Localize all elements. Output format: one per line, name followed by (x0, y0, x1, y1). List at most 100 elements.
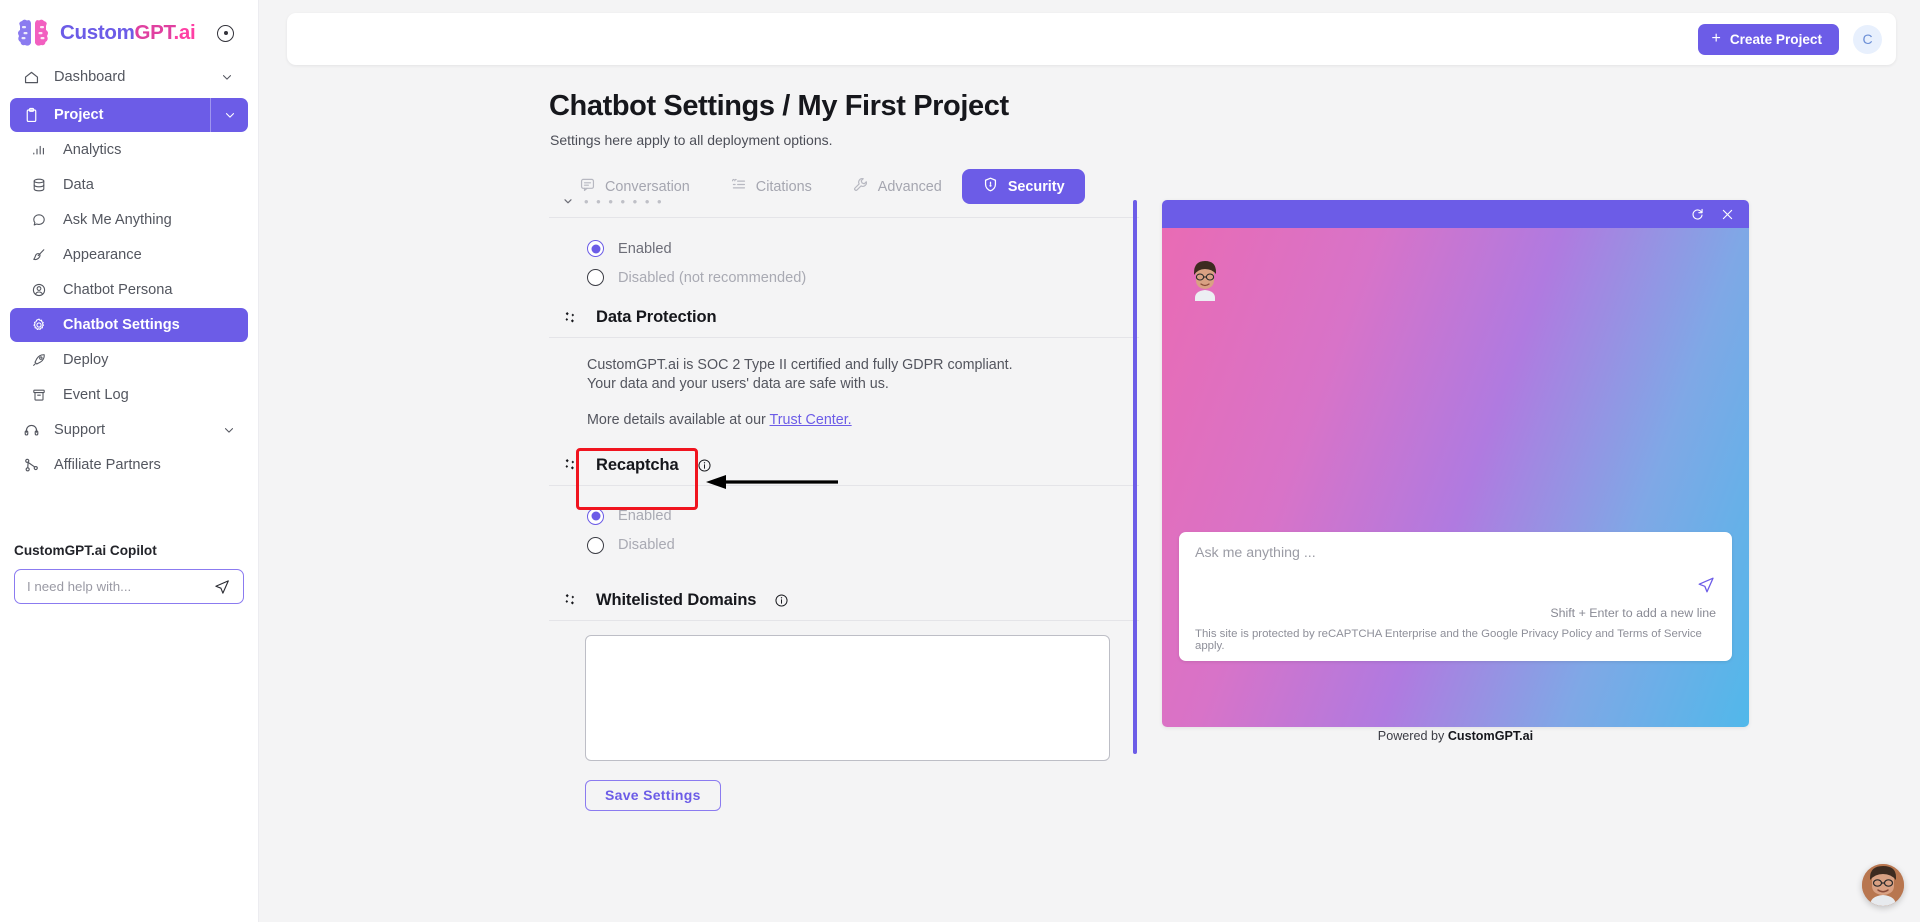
trust-center-link[interactable]: Trust Center. (770, 412, 852, 428)
sidebar-item-deploy[interactable]: Deploy (10, 343, 248, 377)
copilot-panel: CustomGPT.ai Copilot (0, 543, 258, 922)
create-project-button[interactable]: + Create Project (1698, 23, 1839, 55)
section-header-recaptcha: Recaptcha (549, 444, 1139, 486)
recaptcha-notice: This site is protected by reCAPTCHA Ente… (1195, 628, 1702, 652)
sidebar-item-analytics[interactable]: Analytics (10, 133, 248, 167)
copilot-title: CustomGPT.ai Copilot (14, 543, 157, 558)
sidebar-item-label: Chatbot Persona (63, 282, 173, 298)
sidebar-item-data[interactable]: Data (10, 168, 248, 202)
avatar[interactable]: C (1853, 24, 1882, 54)
send-icon[interactable] (1696, 575, 1716, 600)
copilot-input-wrapper[interactable] (14, 569, 244, 604)
shield-icon (982, 176, 999, 197)
radio-recaptcha-enabled[interactable] (587, 507, 604, 525)
tab-label: Security (1007, 178, 1065, 195)
radio-enabled[interactable] (587, 240, 604, 257)
sidebar-item-label: Dashboard (54, 69, 126, 85)
chat-launcher-button[interactable] (1862, 864, 1904, 906)
copilot-input[interactable] (27, 579, 213, 594)
sidebar-collapse-icon[interactable] (217, 24, 234, 42)
chat-input-placeholder[interactable]: Ask me anything ... (1195, 545, 1716, 561)
radio-disabled-label: Disabled (not recommended) (618, 269, 807, 286)
plus-icon: + (1711, 30, 1721, 47)
data-protection-body: CustomGPT.ai is SOC 2 Type II certified … (549, 338, 1139, 430)
home-icon (22, 68, 40, 86)
radio-row-recaptcha-disabled[interactable]: Disabled (587, 531, 1139, 560)
whitelisted-domains-textarea[interactable] (585, 634, 1110, 761)
chat-send-row (1195, 575, 1716, 600)
chevron-down-icon[interactable] (562, 196, 574, 212)
info-icon[interactable] (697, 458, 712, 473)
sidebar-item-appearance[interactable]: Appearance (10, 238, 248, 272)
sidebar-item-label: Data (63, 177, 94, 193)
chat-hint-text: Shift + Enter to add a new line (1550, 606, 1716, 620)
section-title: Whitelisted Domains (596, 590, 757, 609)
section-header-whitelisted-domains: Whitelisted Domains (549, 579, 1139, 621)
archive-icon (30, 386, 48, 404)
powered-prefix: Powered by (1377, 729, 1448, 743)
quote-list-icon (730, 176, 747, 197)
brand-part-2: GPT (134, 21, 174, 44)
powered-brand: CustomGPT.ai (1447, 729, 1534, 743)
bar-chart-icon (30, 141, 48, 159)
brand-title: CustomGPT.ai (60, 21, 196, 45)
settings-panel: • • • • • • • Enabled Disabled (not reco… (549, 196, 1139, 922)
chat-preview-body: Ask me anything ... Shift + Enter to add… (1162, 228, 1749, 727)
sidebar-item-chatbot-persona[interactable]: Chatbot Persona (10, 273, 248, 307)
send-icon[interactable] (213, 578, 231, 596)
radio-enabled-label: Enabled (618, 240, 672, 257)
share-nodes-icon (22, 456, 40, 474)
data-protection-line2: Your data and your users' data are safe … (587, 375, 889, 392)
chat-preview-panel: Ask me anything ... Shift + Enter to add… (1162, 200, 1749, 727)
radio-disabled[interactable] (587, 269, 604, 286)
rocket-icon (30, 351, 48, 369)
brand-part-1: Custom (60, 21, 135, 44)
chat-input-card[interactable]: Ask me anything ... Shift + Enter to add… (1179, 532, 1732, 661)
chat-bubble-icon (30, 211, 48, 229)
diamonds-icon (562, 457, 578, 473)
user-circle-icon (30, 281, 48, 299)
close-icon[interactable] (1720, 207, 1735, 222)
radio-recaptcha-disabled[interactable] (587, 536, 604, 554)
diamonds-icon (562, 592, 578, 608)
save-settings-button[interactable]: Save Settings (585, 779, 721, 811)
radio-recaptcha-disabled-label: Disabled (618, 537, 675, 554)
sidebar-item-dashboard[interactable]: Dashboard (10, 60, 248, 94)
chevron-down-icon[interactable] (222, 423, 236, 437)
chevron-down-icon[interactable] (220, 70, 234, 84)
chevron-down-icon[interactable] (210, 98, 248, 132)
radio-row-disabled[interactable]: Disabled (not recommended) (587, 263, 1139, 292)
sidebar-item-label: Ask Me Anything (63, 212, 172, 228)
sidebar-item-ask-me-anything[interactable]: Ask Me Anything (10, 203, 248, 237)
sidebar-item-project[interactable]: Project (10, 98, 248, 132)
tab-label: Advanced (877, 178, 942, 195)
radio-row-recaptcha-enabled[interactable]: Enabled (587, 502, 1139, 531)
sidebar-item-support[interactable]: Support (10, 413, 248, 447)
settings-scrollbar[interactable] (1133, 200, 1137, 754)
sidebar-item-affiliate-partners[interactable]: Affiliate Partners (10, 448, 248, 482)
refresh-icon[interactable] (1690, 207, 1705, 222)
sidebar-item-event-log[interactable]: Event Log (10, 378, 248, 412)
collapsed-section-header[interactable]: • • • • • • • (549, 196, 1139, 218)
diamonds-icon (562, 310, 578, 326)
info-icon[interactable] (774, 593, 789, 608)
section-title: Data Protection (596, 308, 717, 326)
whitelisted-domains-field-wrapper (549, 621, 1139, 766)
top-radio-group: Enabled Disabled (not recommended) (549, 218, 1139, 296)
sidebar-item-label: Event Log (63, 387, 129, 403)
sidebar-item-chatbot-settings[interactable]: Chatbot Settings (10, 308, 248, 342)
gear-icon (30, 316, 48, 334)
sidebar-item-label: Project (54, 107, 104, 123)
top-bar: + Create Project C (287, 13, 1896, 65)
tab-label: Conversation (605, 178, 690, 195)
create-project-label: Create Project (1729, 31, 1822, 47)
sidebar-item-label: Affiliate Partners (54, 457, 161, 473)
sidebar-item-label: Deploy (63, 352, 109, 368)
page-subtitle: Settings here apply to all deployment op… (550, 132, 833, 148)
sidebar-item-label: Chatbot Settings (63, 317, 180, 333)
headset-icon (22, 421, 40, 439)
radio-row-enabled[interactable]: Enabled (587, 234, 1139, 263)
annotation-arrow-icon (704, 474, 839, 495)
page-title: Chatbot Settings / My First Project (549, 90, 1009, 122)
